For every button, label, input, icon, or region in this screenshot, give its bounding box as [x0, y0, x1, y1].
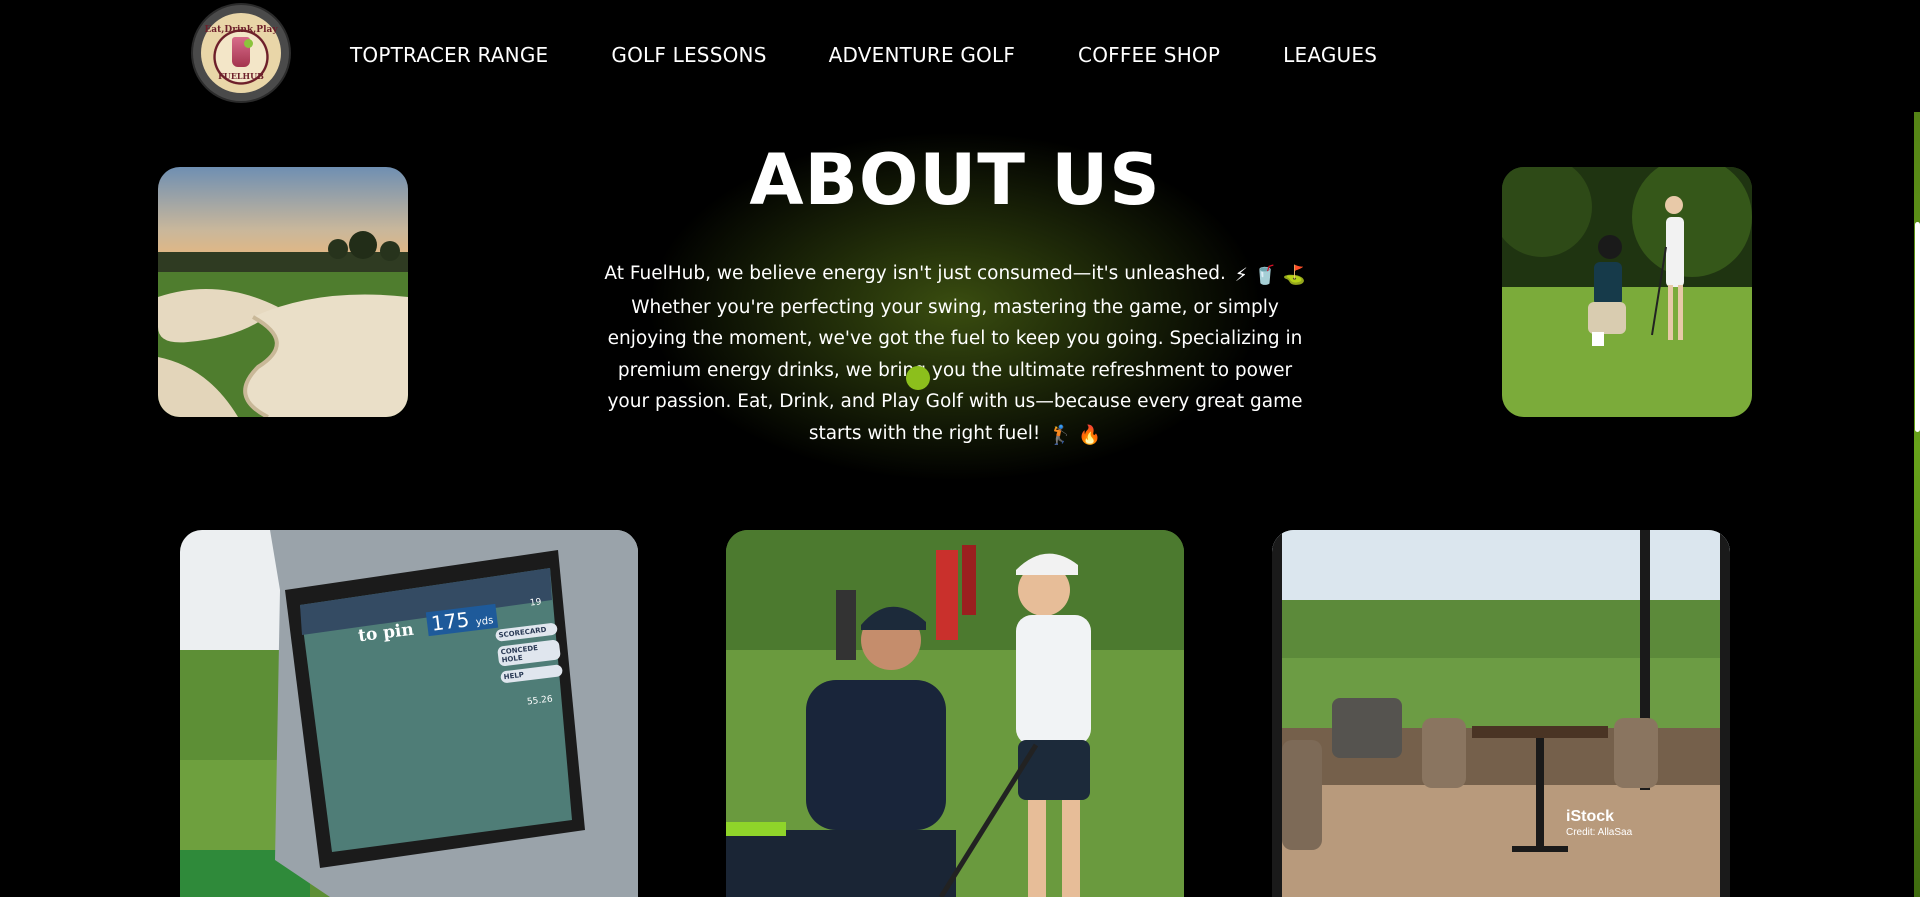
- nav-adventure-golf[interactable]: ADVENTURE GOLF: [829, 42, 1015, 68]
- about-paragraph-main: At FuelHub, we believe energy isn't just…: [604, 263, 1226, 284]
- about-paragraph-rest: Whether you're perfecting your swing, ma…: [607, 296, 1303, 444]
- nav-toptracer-range[interactable]: TOPTRACER RANGE: [350, 42, 548, 68]
- bolt-cup-flag-emoji-icon: ⚡ 🥤 ⛳: [1234, 265, 1306, 286]
- logo-lime-icon: [244, 39, 253, 48]
- logo-bottom-text: FUELHUB: [218, 71, 264, 81]
- logo-top-text: Eat,Drink,Play: [204, 25, 278, 35]
- screen-concede-button: CONCEDE HOLE: [497, 639, 561, 667]
- photo-golf-lesson: [726, 530, 1184, 897]
- screen-distance-value: 175: [429, 607, 471, 636]
- nav-golf-lessons[interactable]: GOLF LESSONS: [611, 42, 766, 68]
- nav-coffee-shop[interactable]: COFFEE SHOP: [1078, 42, 1220, 68]
- page: Eat,Drink,Play FUELHUB TOPTRACER RANGE G…: [0, 0, 1920, 897]
- scrollbar-track[interactable]: [1914, 0, 1920, 897]
- photo-golf-couple: [1502, 167, 1752, 417]
- fuelhub-logo[interactable]: Eat,Drink,Play FUELHUB: [193, 5, 289, 101]
- golfer-fire-emoji-icon: 🏌 🔥: [1049, 424, 1102, 446]
- screen-hole-number: 19: [529, 597, 543, 609]
- main-nav: TOPTRACER RANGE GOLF LESSONS ADVENTURE G…: [350, 42, 1377, 68]
- istock-credit: Credit: AllaSaa: [1566, 827, 1633, 838]
- about-paragraph: At FuelHub, we believe energy isn't just…: [595, 258, 1315, 451]
- custom-cursor-dot: [906, 366, 930, 390]
- istock-watermark: iStock Credit: AllaSaa: [1566, 808, 1632, 840]
- scrollbar-thumb[interactable]: [1915, 222, 1920, 432]
- site-header: Eat,Drink,Play FUELHUB TOPTRACER RANGE G…: [0, 0, 1920, 112]
- logo-badge-icon: Eat,Drink,Play FUELHUB: [201, 13, 281, 93]
- photo-coffee-terrace: [1272, 530, 1730, 897]
- photo-golf-bunker: [158, 167, 408, 417]
- photo-toptracer-screen: to pin 175 yds 19 SCORECARD CONCEDE HOLE…: [180, 530, 638, 897]
- istock-brand: iStock: [1566, 808, 1615, 825]
- screen-distance-unit: yds: [475, 615, 495, 629]
- nav-leagues[interactable]: LEAGUES: [1283, 42, 1377, 68]
- screen-menu: SCORECARD CONCEDE HOLE HELP: [494, 622, 564, 684]
